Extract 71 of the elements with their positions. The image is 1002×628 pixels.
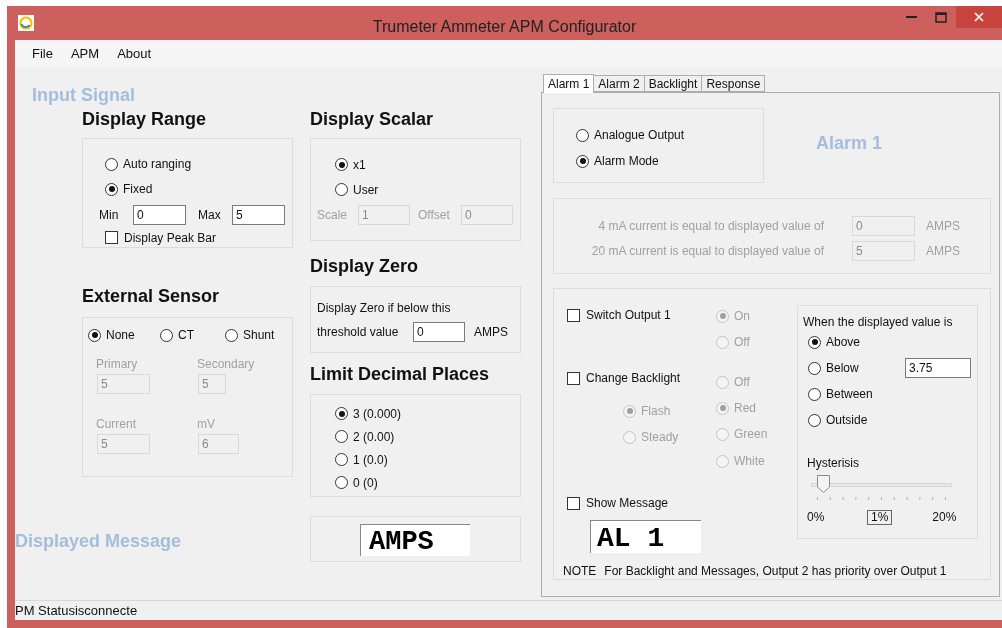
section-heading: External Sensor [82,285,221,307]
field-label: threshold value [317,324,400,341]
section-heading: Display Range [82,108,208,130]
radio-button[interactable]: x1 [335,152,520,177]
unit-label: AMPS [926,242,960,260]
radio-button[interactable]: Shunt [225,324,285,346]
field-label: Current [96,417,136,431]
radio-button[interactable]: None [88,324,160,346]
field-label: Primary [96,357,138,371]
close-icon [974,12,984,22]
section-heading: Displayed Message [15,530,183,553]
menu-item[interactable]: APM [70,44,100,64]
radio-button[interactable]: 3 (0.000) [335,402,520,425]
field-label: Scale [317,207,349,224]
radio-button[interactable]: Analogue Output [576,122,763,148]
scale-label: 20% [932,509,957,526]
section-heading: Display Scalar [310,108,435,130]
radio-button[interactable]: CT [160,324,225,346]
note-label: NOTE [563,563,597,580]
note-text: For Backlight and Messages, Output 2 has priority over Output 1 [604,563,947,580]
field-label: 20 mA current is equal to displayed value of [590,242,824,260]
unit-label: AMPS [926,217,960,235]
radio-button[interactable]: 0 (0) [335,471,520,494]
radio-button[interactable]: Below [808,359,905,377]
field-label: Hysterisis [807,455,860,470]
slider-thumb[interactable] [817,475,831,493]
radio-button[interactable]: 1 (0.0) [335,448,520,471]
radio-button[interactable]: Above [808,333,905,351]
input-field[interactable]: 0 [413,322,465,342]
input-field[interactable]: 5 [232,205,285,226]
input-field[interactable]: 0 [133,205,186,226]
hysteresis-slider[interactable] [811,474,952,494]
field-label: 4 mA current is equal to displayed value of [597,217,824,235]
minimize-icon [905,16,917,18]
section-heading: Display Zero [310,255,420,277]
message-display: AL 1 [590,520,701,553]
app-icon [18,15,34,31]
field-label: mV [197,417,215,431]
message-display: AMPS [360,524,470,556]
value-readout: 1% [867,509,893,525]
menu-item[interactable]: About [117,44,152,64]
checkbox[interactable]: Show Message [567,494,669,512]
radio-button[interactable]: Outside [808,411,905,429]
section-heading: Input Signal [32,85,136,105]
radio-button[interactable]: 2 (0.00) [335,425,520,448]
radio-button[interactable]: Alarm Mode [576,148,763,174]
checkbox[interactable]: Display Peak Bar [105,229,217,247]
field-label: Min [99,207,120,225]
maximize-icon [935,11,947,23]
window-title: Trumeter Ammeter APM Configurator [372,17,637,37]
field-label: Max [198,207,222,225]
tab[interactable]: Response [701,75,766,92]
input-field[interactable]: 3.75 [905,358,971,378]
group-title: When the displayed value is [803,314,954,329]
close-button[interactable] [956,6,1002,28]
menu-item[interactable]: File [32,44,53,64]
radio-button[interactable]: Auto ranging [105,152,292,177]
radio-button[interactable]: User [335,177,520,202]
unit-label: AMPS [474,324,508,341]
section-heading: Alarm 1 [816,132,883,155]
status-text: PM Statusisconnecte [15,601,138,620]
description-text: Display Zero if below this [317,300,452,315]
tab[interactable]: Backlight [643,75,703,92]
radio-button[interactable]: Between [808,385,905,403]
tab[interactable]: Alarm 1 [543,74,595,93]
scale-label: 0% [807,509,826,526]
field-label: Secondary [197,357,255,371]
radio-button[interactable]: Fixed [105,176,292,202]
section-heading: Limit Decimal Places [310,363,491,385]
field-label: Offset [418,207,451,224]
tab[interactable]: Alarm 2 [593,75,645,92]
